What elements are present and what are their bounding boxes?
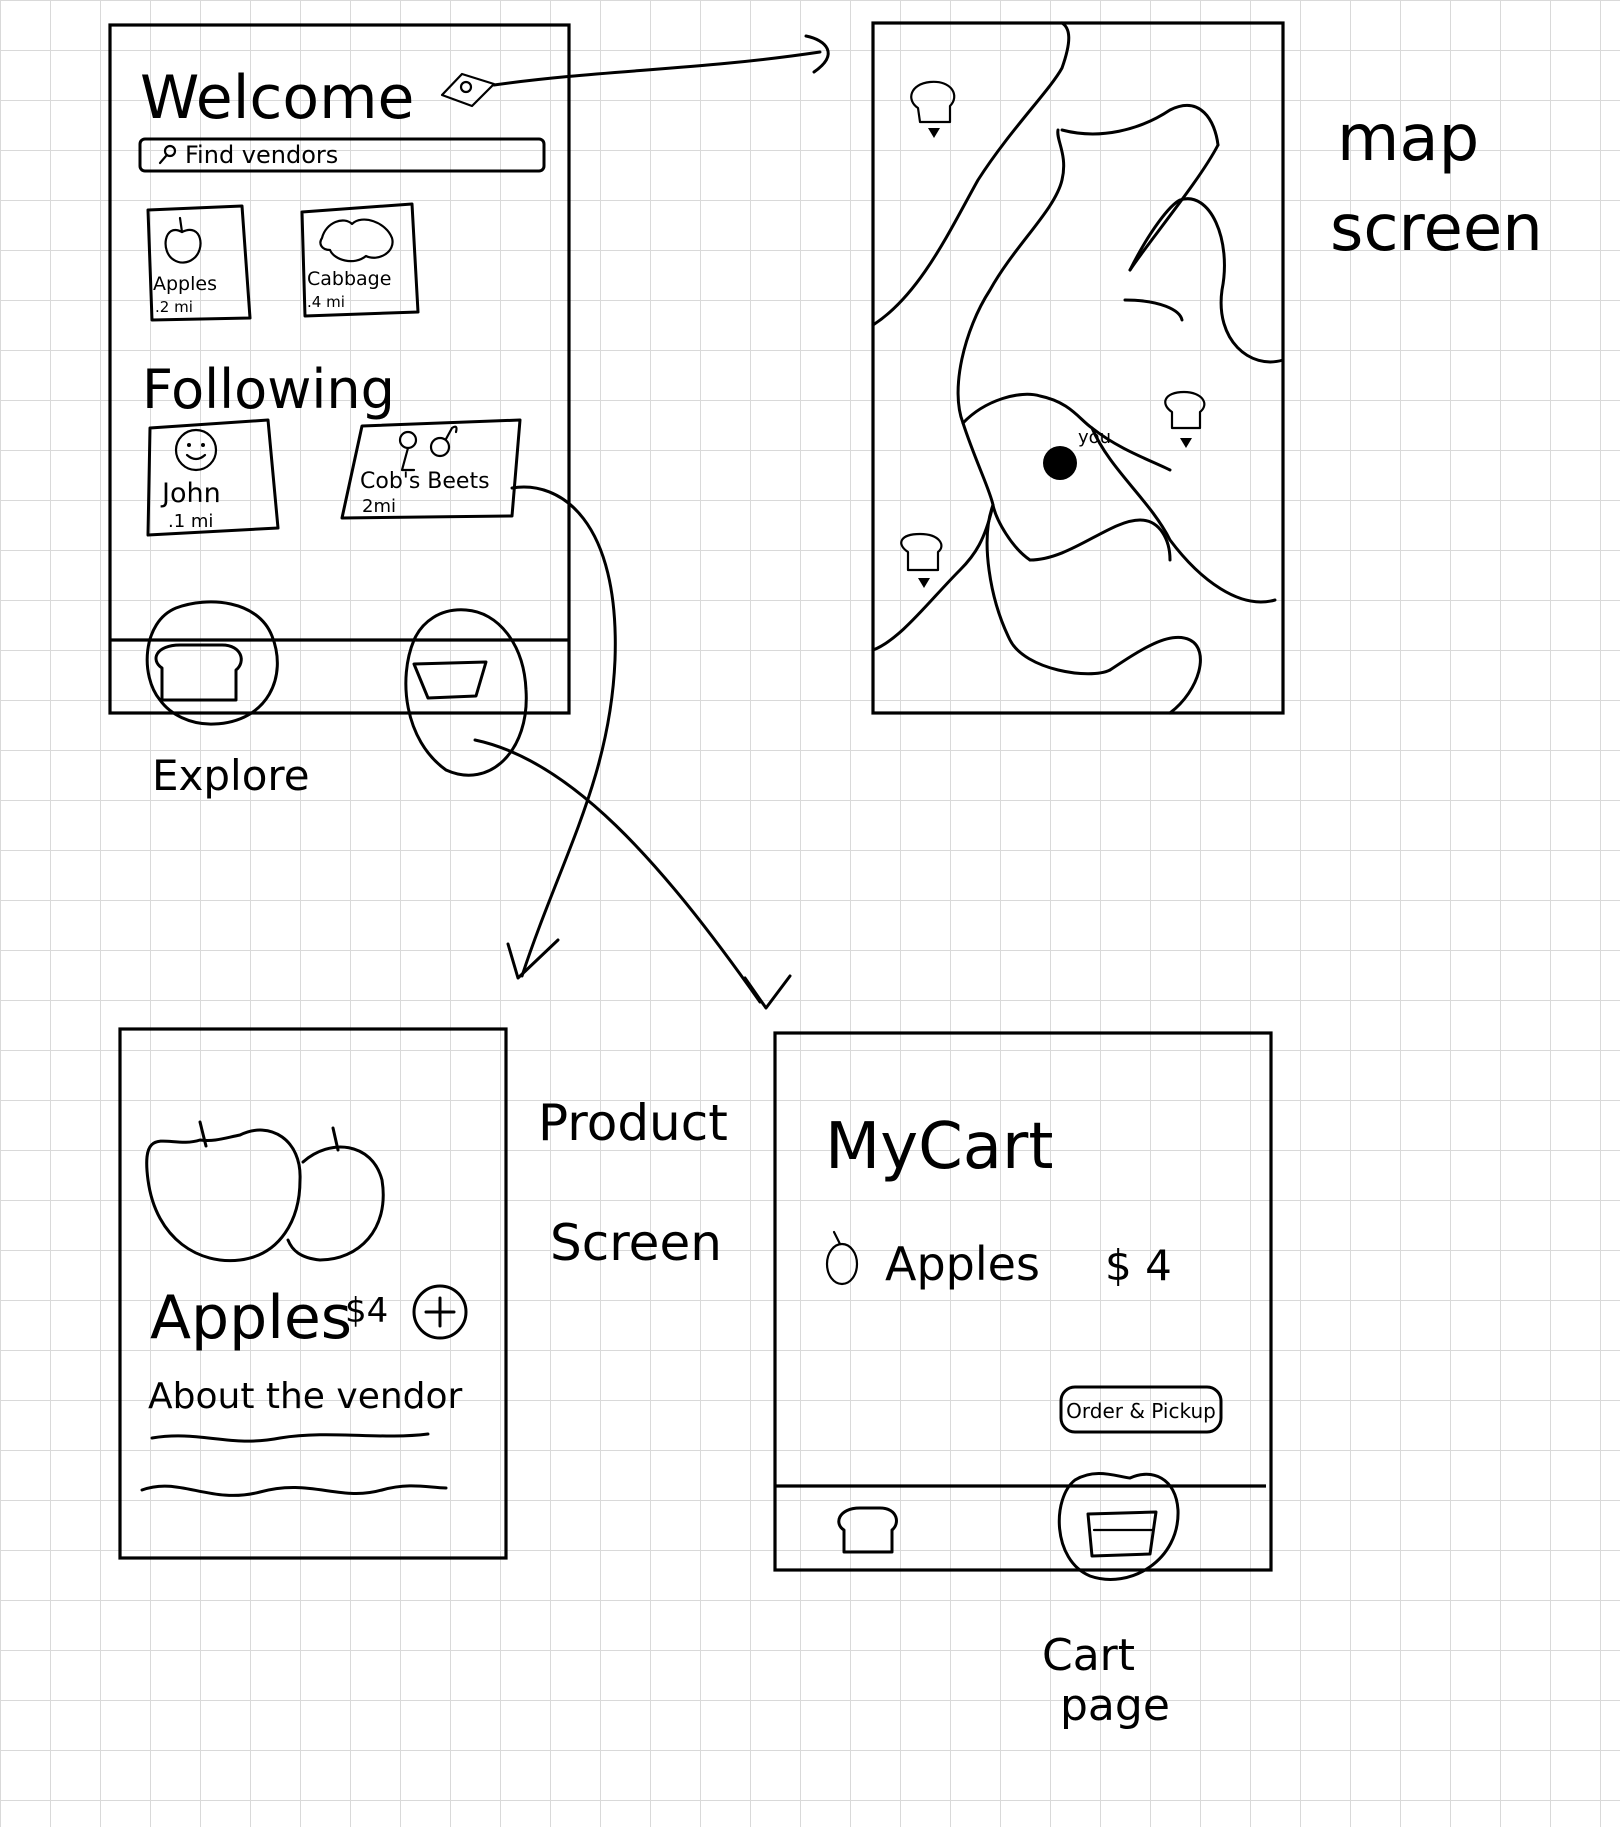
product-image bbox=[145, 1120, 385, 1263]
you-label: you bbox=[1078, 427, 1111, 448]
smiley-face-icon bbox=[174, 428, 218, 472]
product-screen: Apples $4 About the vendor Product Scree… bbox=[118, 1027, 728, 1560]
flow-arrow-to-product bbox=[506, 485, 617, 980]
search-placeholder: Find vendors bbox=[185, 141, 338, 169]
apples-card-name: Apples bbox=[153, 273, 217, 295]
cart-screen: MyCart Apples $ 4 Order & Pickup Cart pa… bbox=[773, 1031, 1273, 1731]
cart-title: MyCart bbox=[825, 1110, 1053, 1184]
vendor-description-line bbox=[140, 1484, 448, 1497]
cabbage-card-name: Cabbage bbox=[307, 268, 391, 290]
map-pin-icon[interactable] bbox=[440, 72, 496, 108]
wireframe-sketch: Welcome Find vendors Apples .2 mi Cabbag… bbox=[108, 21, 1543, 1731]
cobs-beets-card-name: Cob's Beets bbox=[360, 469, 490, 494]
map-screen-caption-line2: screen bbox=[1330, 192, 1543, 266]
map-screen-frame bbox=[871, 21, 1285, 715]
cart-page-caption-line1: Cart bbox=[1042, 1630, 1135, 1681]
welcome-title: Welcome bbox=[140, 63, 414, 133]
user-location-marker bbox=[1043, 446, 1077, 480]
vendor-description-line bbox=[150, 1432, 430, 1443]
following-heading: Following bbox=[142, 358, 395, 421]
bread-icon bbox=[154, 643, 243, 702]
add-to-cart-button[interactable] bbox=[412, 1284, 468, 1340]
basket-icon bbox=[412, 660, 488, 700]
product-price: $4 bbox=[345, 1291, 388, 1331]
cobs-beets-card-distance: 2mi bbox=[362, 496, 396, 517]
following-card-cobs-beets[interactable]: Cob's Beets 2mi bbox=[340, 418, 522, 520]
basket-icon bbox=[1086, 1510, 1158, 1558]
apple-icon bbox=[164, 216, 202, 264]
search-bar[interactable]: Find vendors bbox=[138, 137, 546, 173]
product-screen-caption-line1: Product bbox=[538, 1094, 728, 1152]
explore-caption: Explore bbox=[152, 751, 310, 800]
beets-icon bbox=[398, 425, 458, 472]
vendor-card-cabbage[interactable]: Cabbage .4 mi bbox=[300, 202, 420, 318]
cabbage-icon bbox=[319, 218, 394, 263]
john-card-name: John bbox=[160, 478, 221, 509]
cart-tab[interactable] bbox=[1057, 1472, 1180, 1581]
product-name: Apples bbox=[150, 1283, 352, 1353]
home-screen: Welcome Find vendors Apples .2 mi Cabbag… bbox=[108, 23, 571, 800]
explore-tab[interactable] bbox=[145, 600, 279, 726]
vendor-card-apples[interactable]: Apples .2 mi bbox=[146, 204, 252, 322]
apple-icon bbox=[825, 1230, 859, 1286]
map-screen-caption-line1: map bbox=[1337, 102, 1479, 176]
order-pickup-label: Order & Pickup bbox=[1066, 1399, 1216, 1423]
john-card-distance: .1 mi bbox=[168, 511, 213, 532]
about-vendor-label: About the vendor bbox=[148, 1376, 463, 1417]
bread-icon bbox=[837, 1506, 898, 1554]
vendor-map-marker-icon[interactable] bbox=[910, 80, 956, 138]
cart-item-price: $ 4 bbox=[1105, 1241, 1172, 1290]
cart-item-row: Apples $ 4 bbox=[825, 1230, 1172, 1291]
cabbage-card-distance: .4 mi bbox=[307, 293, 345, 311]
map-screen: you map screen bbox=[871, 21, 1543, 715]
flow-arrow-to-map bbox=[492, 34, 830, 87]
search-icon bbox=[158, 144, 177, 165]
explore-tab[interactable] bbox=[837, 1506, 898, 1554]
order-pickup-button[interactable]: Order & Pickup bbox=[1059, 1385, 1223, 1434]
product-screen-caption-line2: Screen bbox=[550, 1214, 722, 1272]
flow-arrow-to-cart bbox=[473, 738, 792, 1010]
cart-item-name: Apples bbox=[885, 1237, 1040, 1291]
following-card-john[interactable]: John .1 mi bbox=[146, 418, 280, 537]
vendor-map-marker-icon[interactable] bbox=[900, 532, 943, 588]
vendor-map-marker-icon[interactable] bbox=[1164, 390, 1206, 448]
cart-page-caption-line2: page bbox=[1060, 1680, 1170, 1731]
apples-card-distance: .2 mi bbox=[155, 298, 193, 316]
map-area[interactable] bbox=[871, 21, 1285, 715]
